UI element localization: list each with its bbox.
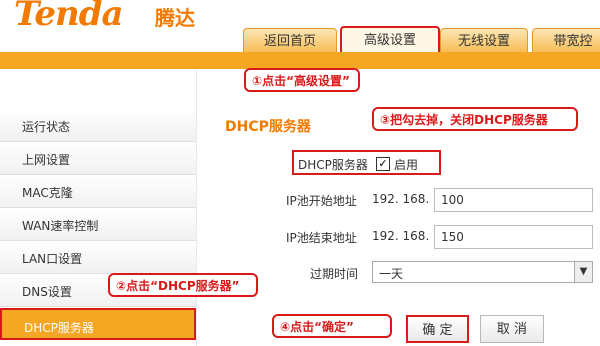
- enable-label: 启用: [394, 158, 419, 172]
- annotation-step-4: ④点击“确定”: [272, 314, 392, 338]
- sidebar-item-label: WAN速率控制: [22, 219, 99, 233]
- sidebar-item-status[interactable]: 运行状态: [0, 109, 196, 142]
- tab-bandwidth-control[interactable]: 带宽控: [532, 28, 600, 55]
- sidebar: 运行状态 上网设置 MAC克隆 WAN速率控制 LAN口设置 DNS设置 DHC…: [0, 69, 197, 346]
- tenda-logo-cn: 腾达: [155, 6, 195, 30]
- section-title: DHCP服务器: [225, 119, 311, 135]
- lease-time-value: 一天: [379, 267, 404, 281]
- pool-start-label: IP池开始地址: [286, 194, 357, 208]
- tab-wireless-settings[interactable]: 无线设置: [440, 28, 528, 55]
- header: Tenda 腾达 返回首页 高级设置 无线设置 带宽控: [0, 0, 600, 58]
- sidebar-item-mac-clone[interactable]: MAC克隆: [0, 175, 196, 208]
- dhcp-server-label: DHCP服务器: [298, 158, 368, 172]
- pool-end-input[interactable]: 150: [434, 225, 593, 249]
- annotation-step-3: ③把勾去掉，关闭DHCP服务器: [372, 107, 578, 131]
- header-bar: [0, 52, 600, 69]
- sidebar-item-label: 上网设置: [22, 153, 71, 167]
- sidebar-item-label: DHCP服务器: [24, 321, 94, 335]
- sidebar-item-lan[interactable]: LAN口设置: [0, 241, 196, 274]
- sidebar-item-wan-rate[interactable]: WAN速率控制: [0, 208, 196, 241]
- annotation-step-1: ①点击“高级设置”: [244, 68, 360, 92]
- sidebar-item-label: LAN口设置: [22, 252, 83, 266]
- chevron-down-icon[interactable]: ▼: [574, 262, 592, 282]
- cancel-button[interactable]: 取 消: [480, 315, 544, 343]
- ok-button[interactable]: 确 定: [406, 315, 469, 343]
- sidebar-item-internet[interactable]: 上网设置: [0, 142, 196, 175]
- tenda-logo: Tenda: [14, 0, 124, 34]
- pool-end-label: IP池结束地址: [286, 231, 357, 245]
- sidebar-item-label: DNS设置: [22, 285, 72, 299]
- annotation-step-2: ②点击“DHCP服务器”: [108, 273, 258, 297]
- lease-time-label: 过期时间: [310, 267, 359, 281]
- dhcp-enable-checkbox[interactable]: ✓: [376, 157, 390, 171]
- pool-start-input[interactable]: 100: [434, 188, 593, 212]
- sidebar-item-dhcp[interactable]: DHCP服务器: [0, 308, 196, 340]
- sidebar-item-label: 运行状态: [22, 120, 71, 134]
- tab-home[interactable]: 返回首页: [243, 28, 337, 55]
- lease-time-select[interactable]: 一天 ▼: [372, 261, 593, 283]
- sidebar-item-label: MAC克隆: [22, 186, 73, 200]
